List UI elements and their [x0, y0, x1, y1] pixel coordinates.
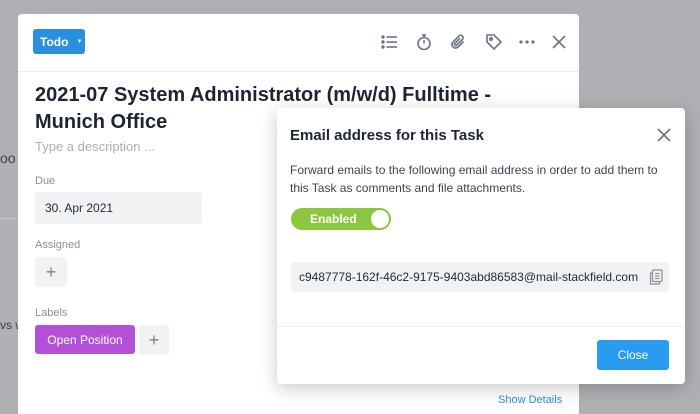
plus-icon: + — [148, 329, 160, 350]
dialog-footer-divider — [277, 326, 685, 327]
email-enabled-toggle[interactable]: Enabled — [291, 208, 391, 230]
labels-label: Labels — [35, 307, 68, 319]
description-input[interactable]: Type a description ... — [35, 139, 155, 154]
background-divider — [0, 218, 18, 219]
close-button[interactable]: Close — [597, 340, 669, 370]
add-assignee-button[interactable]: + — [35, 257, 67, 287]
task-email-address-field[interactable]: c9487778-162f-46c2-9175-9403abd86583@mai… — [291, 262, 669, 292]
task-email-address: c9487778-162f-46c2-9175-9403abd86583@mai… — [299, 270, 639, 284]
assigned-label: Assigned — [35, 239, 81, 251]
task-header: Todo ▼ — [18, 14, 579, 72]
more-icon[interactable] — [517, 32, 537, 52]
status-label: Todo — [40, 34, 69, 49]
show-details-link[interactable]: Show Details — [498, 394, 562, 406]
toggle-label: Enabled — [310, 212, 357, 226]
add-label-button[interactable]: + — [139, 325, 169, 355]
email-address-dialog: Email address for this Task Forward emai… — [277, 108, 685, 384]
plus-icon: + — [45, 261, 57, 282]
status-dropdown-button[interactable]: Todo ▼ — [33, 29, 85, 54]
dialog-description: Forward emails to the following email ad… — [290, 163, 658, 195]
due-date-field[interactable]: 30. Apr 2021 — [35, 192, 202, 224]
label-chip-open-position[interactable]: Open Position — [35, 325, 135, 354]
tag-icon[interactable] — [484, 32, 504, 52]
close-icon[interactable] — [657, 128, 671, 142]
checklist-icon[interactable] — [380, 32, 400, 52]
timer-icon[interactable] — [414, 32, 434, 52]
dialog-title: Email address for this Task — [290, 127, 484, 144]
toggle-knob — [371, 210, 389, 228]
attachment-icon[interactable] — [449, 32, 469, 52]
due-label: Due — [35, 175, 56, 187]
copy-icon[interactable] — [649, 269, 663, 285]
background-text: oo — [0, 150, 16, 166]
caret-down-icon: ▼ — [76, 38, 83, 45]
close-icon[interactable] — [549, 32, 569, 52]
